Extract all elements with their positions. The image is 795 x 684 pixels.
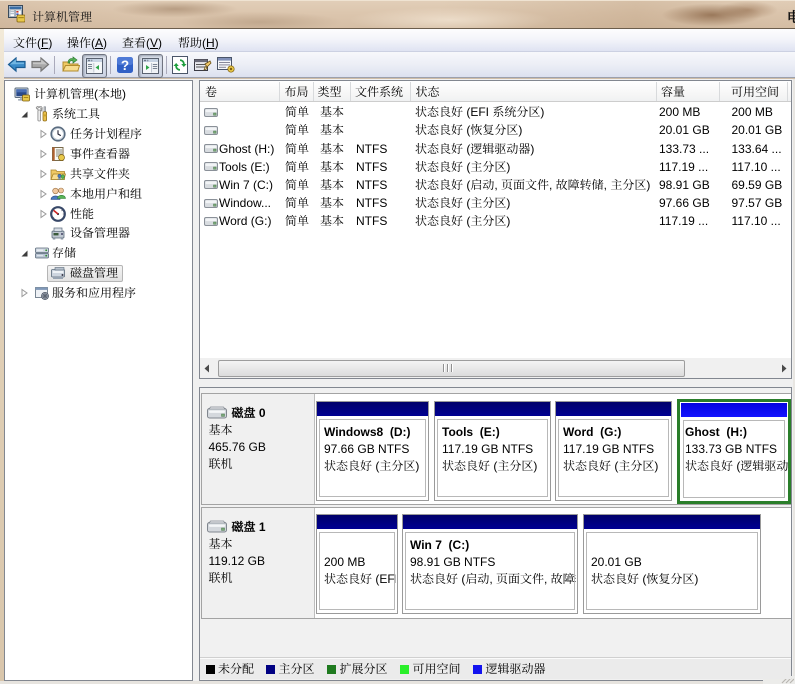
svg-text:?: ?: [121, 58, 129, 73]
